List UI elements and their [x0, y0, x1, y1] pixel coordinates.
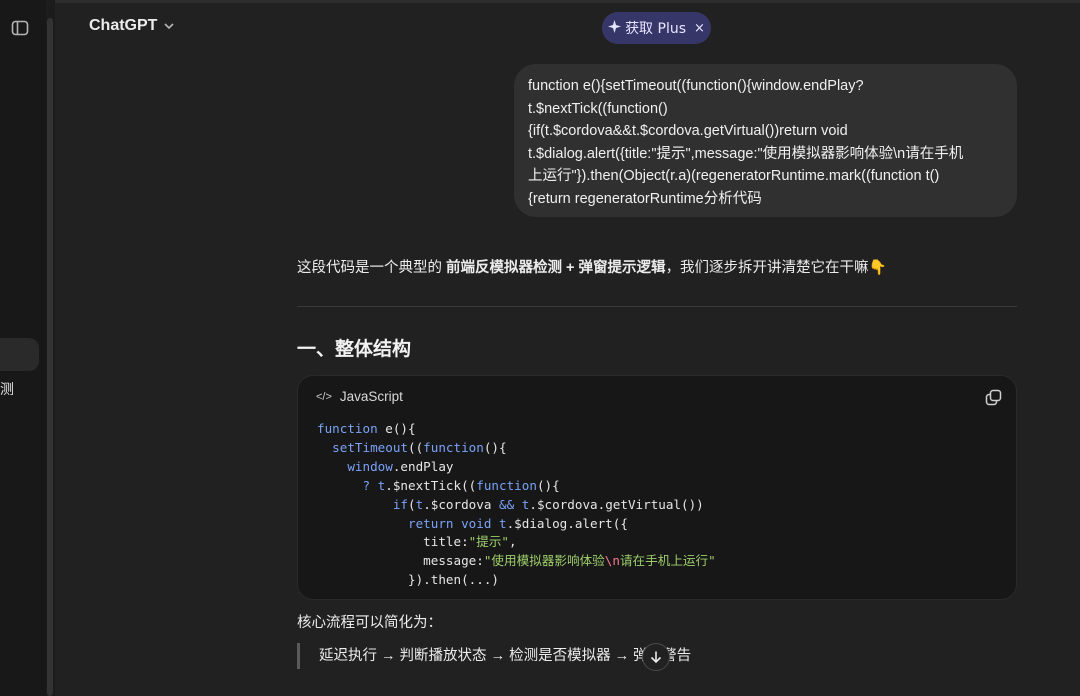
answer-intro-prefix: 这段代码是一个典型的 — [297, 260, 447, 276]
sidebar-item-active[interactable] — [0, 338, 39, 371]
code-token: e(){ — [377, 421, 416, 436]
window-top-edge — [0, 0, 1080, 3]
code-block: </> JavaScript function e(){ setTimeout(… — [297, 375, 1017, 600]
flow-quote: 延迟执行 → 判断播放状态 → 检测是否模拟器 → 弹窗警告 — [297, 643, 691, 669]
user-message-line: {if(t.$cordova&&t.$cordova.getVirtual())… — [528, 123, 848, 139]
arrow-down-icon — [650, 651, 662, 664]
code-token: function — [423, 439, 484, 455]
code-token: t — [499, 515, 507, 531]
code-icon: </> — [316, 390, 332, 403]
code-token: && — [499, 496, 515, 512]
answer-intro-bold: 前端反模拟器检测 + 弹窗提示逻辑 — [446, 260, 666, 276]
code-token: .$cordova.getVirtual()) — [529, 496, 704, 512]
get-plus-button[interactable]: 获取 Plus × — [602, 12, 711, 44]
sparkle-icon — [608, 19, 622, 37]
code-token: "提示" — [468, 534, 510, 550]
code-token: return void — [408, 515, 492, 531]
user-message-line: function e(){setTimeout((function(){wind… — [528, 78, 864, 94]
code-token: .$nextTick(( — [385, 477, 477, 493]
code-token: message: — [423, 553, 484, 569]
sidebar-scrollbar[interactable] — [46, 0, 55, 696]
code-token: .endPlay — [392, 458, 454, 474]
user-message-line: t.$dialog.alert({title:"提示",message:"使用模… — [528, 145, 964, 162]
code-token: , — [509, 534, 517, 550]
code-token: title: — [423, 534, 469, 550]
get-plus-label: 获取 Plus — [625, 21, 687, 37]
model-picker[interactable]: ChatGPT — [89, 17, 175, 35]
code-token: ? — [362, 477, 378, 493]
code-token: (){ — [536, 477, 560, 493]
code-token: (){ — [483, 439, 507, 455]
chevron-down-icon — [164, 23, 175, 30]
code-token: .$cordova — [423, 496, 500, 512]
code-token: .$dialog.alert({ — [506, 515, 628, 531]
code-token: setTimeout — [332, 439, 408, 455]
model-name: ChatGPT — [89, 17, 158, 34]
sidebar-scrollbar-thumb[interactable] — [47, 18, 53, 696]
code-token: if — [392, 496, 408, 512]
code-token: \n — [604, 553, 620, 569]
user-message-line: t.$nextTick((function() — [528, 100, 668, 117]
code-token: function — [317, 421, 378, 436]
code-token: 请在手机上运行" — [619, 553, 716, 569]
code-token: }).then(...) — [408, 572, 499, 588]
answer-intro-suffix: ，我们逐步拆开讲清楚它在干嘛👇 — [665, 260, 887, 276]
code-content: function e(){ setTimeout((function(){ wi… — [317, 420, 716, 590]
code-language-header: </> JavaScript — [316, 389, 403, 404]
answer-intro: 这段代码是一个典型的 前端反模拟器检测 + 弹窗提示逻辑，我们逐步拆开讲清楚它在… — [297, 256, 887, 277]
divider — [297, 306, 1017, 307]
user-message-line: {return regeneratorRuntime分析代码 — [528, 190, 762, 207]
sidebar-item-label[interactable]: 测 — [0, 379, 14, 399]
code-token: "使用模拟器影响体验 — [483, 553, 605, 569]
copy-icon[interactable] — [985, 389, 1002, 406]
scroll-down-button[interactable] — [642, 643, 670, 671]
code-token: (( — [408, 439, 424, 455]
user-message-line: 上运行"}).then(Object(r.a)(regeneratorRunti… — [528, 168, 940, 184]
flow-intro: 核心流程可以简化为： — [297, 615, 442, 631]
code-language: JavaScript — [339, 389, 403, 404]
user-message-bubble: function e(){setTimeout((function(){wind… — [514, 64, 1017, 217]
section-title: 一、整体结构 — [297, 338, 412, 360]
code-token: ( — [408, 496, 416, 512]
sidebar: 测 — [0, 0, 46, 696]
code-token: window — [347, 458, 393, 474]
close-icon[interactable]: × — [694, 21, 705, 36]
sidebar-toggle-icon[interactable] — [11, 19, 29, 37]
code-token: function — [476, 477, 537, 493]
